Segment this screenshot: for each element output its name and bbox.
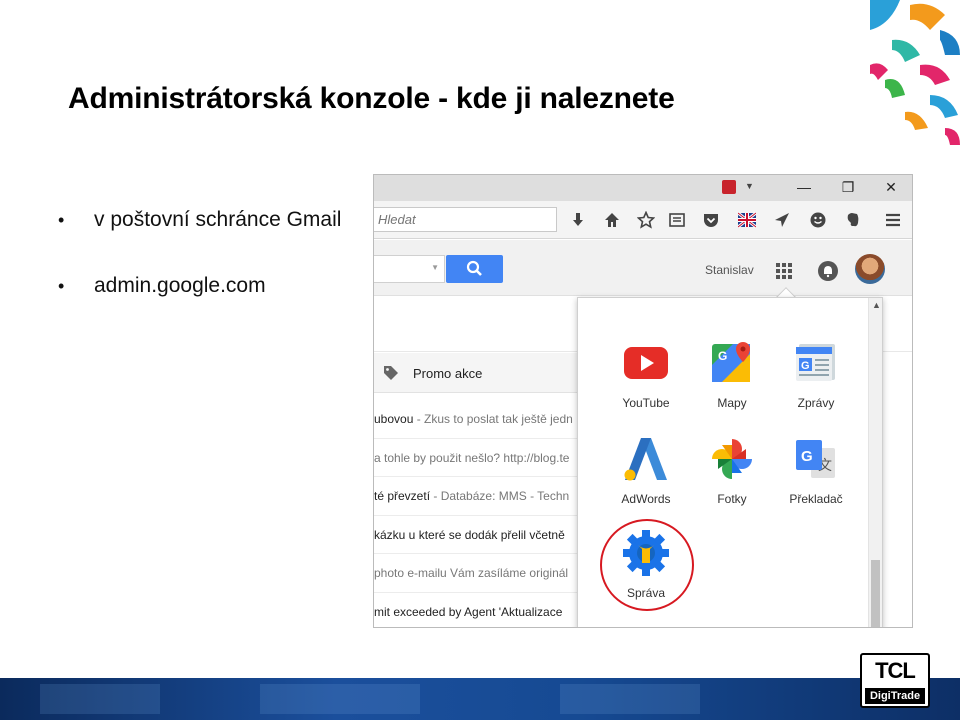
list-item[interactable]: mit exceeded by Agent 'Aktualizace <box>374 593 579 628</box>
gmail-search-input[interactable]: ▼ <box>374 255 445 283</box>
translate-icon: 文G <box>796 440 835 478</box>
evernote-icon[interactable] <box>844 211 862 229</box>
list-item[interactable]: photo e-mailu Vám zasíláme originál <box>374 554 579 593</box>
footer-band <box>0 678 960 720</box>
app-translate[interactable]: 文G Překladač <box>774 436 858 526</box>
restore-icon[interactable]: ❐ <box>838 179 858 196</box>
svg-text:G: G <box>718 349 727 363</box>
apps-grid-icon[interactable] <box>776 263 792 279</box>
chevron-down-icon[interactable]: ▼ <box>431 263 439 272</box>
list-item[interactable]: té převzetí - Databáze: MMS - Techn <box>374 477 579 516</box>
star-icon[interactable] <box>637 211 655 229</box>
search-icon <box>466 260 482 276</box>
photos-icon <box>712 439 752 479</box>
mail-snippet: - Zkus to poslat tak ještě jedn <box>413 412 573 426</box>
app-maps[interactable]: G Mapy <box>690 340 774 430</box>
tcl-digitrade-logo: TCL DigiTrade <box>860 653 930 708</box>
logo-sub: DigiTrade <box>865 688 925 704</box>
app-youtube[interactable]: YouTube <box>604 340 688 430</box>
scroll-up-icon[interactable]: ▲ <box>872 300 881 310</box>
user-name[interactable]: Stanislav <box>705 263 754 277</box>
adwords-icon <box>624 438 667 481</box>
notifications-bell-icon[interactable] <box>818 261 838 281</box>
smiley-icon[interactable] <box>809 211 827 229</box>
tab-label: Promo akce <box>413 366 483 381</box>
browser-toolbar <box>374 201 912 239</box>
browser-titlebar: ▼ — ❐ ✕ <box>374 175 912 201</box>
home-icon[interactable] <box>603 211 621 229</box>
bullet-item: • v poštovní schránce Gmail <box>58 205 341 271</box>
mail-snippet: photo e-mailu Vám zasíláme originál <box>374 566 569 580</box>
mail-snippet: - Databáze: MMS - Techn <box>430 489 570 503</box>
app-photos[interactable]: Fotky <box>690 436 774 526</box>
gmail-header: ▼ Stanislav <box>374 240 912 296</box>
band-streak <box>260 684 420 714</box>
band-streak <box>40 684 160 714</box>
app-label: AdWords <box>621 492 671 506</box>
mail-subject: té převzetí <box>374 489 431 503</box>
list-item[interactable]: a tohle by použit nešlo? http://blog.te <box>374 439 579 477</box>
highlight-circle <box>600 519 694 611</box>
send-icon[interactable] <box>773 211 791 229</box>
download-icon[interactable] <box>569 211 587 229</box>
app-adwords[interactable]: AdWords <box>604 436 688 526</box>
gmail-search-button[interactable] <box>446 255 503 283</box>
mail-snippet: a tohle by použit nešlo? http://blog.te <box>374 450 570 465</box>
reading-list-icon[interactable] <box>668 211 686 229</box>
list-item[interactable]: kázku u které se dodák přelil včetně <box>374 516 579 554</box>
pocket-icon[interactable] <box>702 211 720 229</box>
dropdown-arrow-icon[interactable]: ▼ <box>745 181 754 191</box>
youtube-icon <box>624 347 668 379</box>
menu-icon[interactable] <box>884 211 902 229</box>
avatar[interactable] <box>855 254 885 284</box>
corner-decoration <box>870 0 960 145</box>
bullet-item: • admin.google.com <box>58 271 341 337</box>
gmail-screenshot: ▼ — ❐ ✕ ▼ Stanislav <box>373 174 913 628</box>
browser-search-field[interactable] <box>374 207 557 232</box>
bullet-dot: • <box>58 210 65 230</box>
svg-text:G: G <box>801 360 810 372</box>
slide-title: Administrátorská konzole - kde ji nalezn… <box>68 82 675 115</box>
bullet-text: v poštovní schránce Gmail <box>94 208 342 231</box>
bullet-list: • v poštovní schránce Gmail • admin.google… <box>58 205 341 337</box>
band-streak <box>560 684 700 714</box>
scrollbar-thumb[interactable] <box>871 560 880 627</box>
maps-icon: G <box>712 342 750 382</box>
app-label: Zprávy <box>797 396 835 410</box>
bullet-dot: • <box>58 276 65 296</box>
list-item[interactable]: ubovou - Zkus to poslat tak ještě jedn <box>374 400 579 439</box>
minimize-icon[interactable]: — <box>794 179 814 195</box>
reader-icon[interactable] <box>722 180 736 194</box>
logo-brand: TCL <box>875 658 916 683</box>
mail-subject: ubovou <box>374 412 414 426</box>
app-label: Mapy <box>717 396 747 410</box>
tag-icon <box>384 366 398 380</box>
mail-subject: mit exceeded by Agent 'Aktualizace <box>374 604 563 619</box>
bullet-text: admin.google.com <box>94 274 266 297</box>
close-icon[interactable]: ✕ <box>881 179 901 196</box>
mail-list: ubovou - Zkus to poslat tak ještě jedn a… <box>374 400 579 628</box>
mail-subject: kázku u které se dodák přelil včetně <box>374 527 565 542</box>
browser-search-input[interactable] <box>374 208 556 231</box>
svg-text:G: G <box>801 448 813 465</box>
launcher-scrollbar[interactable]: ▲ <box>868 298 882 627</box>
app-label: Překladač <box>789 492 843 506</box>
app-label: Fotky <box>717 492 747 506</box>
app-news[interactable]: G Zprávy <box>774 340 858 430</box>
uk-flag-icon[interactable] <box>738 211 756 229</box>
news-icon: G <box>796 344 835 381</box>
app-label: YouTube <box>622 396 670 410</box>
tab-promotions[interactable]: Promo akce <box>374 353 579 393</box>
